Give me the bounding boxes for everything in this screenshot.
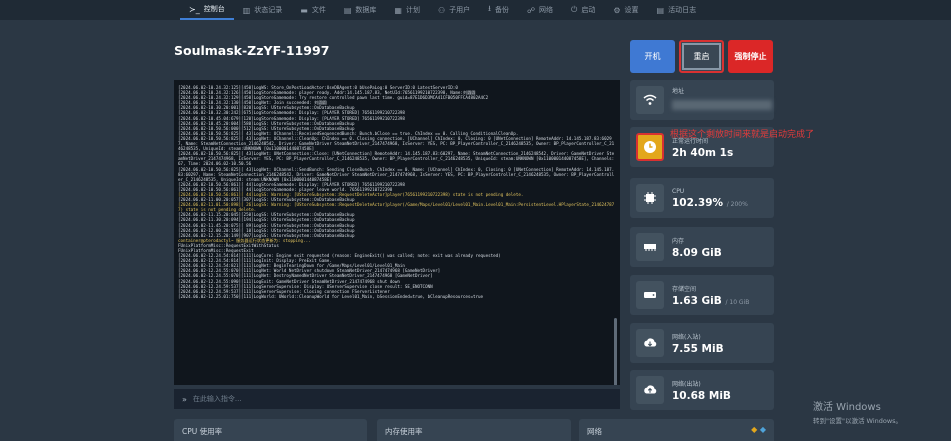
- console-line: [2024.06.02-11.01.50:898][ 26]LogSS: War…: [178, 202, 615, 213]
- cpu-label: CPU: [672, 187, 685, 195]
- nav-label: 控制台: [203, 5, 225, 13]
- memory-usage-panel: 内存使用率: [377, 419, 571, 441]
- clock-icon: [636, 133, 664, 161]
- windows-activation-watermark: 激活 Windows 转到"设置"以激活 Windows。: [813, 398, 902, 425]
- top-nav: ≻_ 控制台 ▥ 状态记录 ▬ 文件 ▤ 数据库 ▦ 计划 ⚇ 子用户 ⭳ 备份 ☍ 网络 ⏻ 启动 ⚙ 设置 ▤ 活动日…: [0, 0, 951, 20]
- cpu-limit: / 200%: [726, 200, 748, 208]
- nav-label: 数据库: [355, 6, 377, 14]
- uptime-value: 2h 40m 1s: [672, 146, 734, 159]
- prompt-icon: »: [182, 394, 187, 404]
- network-in-card: 网络(入站) 7.55 MiB: [630, 323, 774, 363]
- network-out-value: 10.68 MiB: [672, 389, 731, 402]
- nav-icon: ▤: [343, 5, 352, 15]
- disk-label: 存储空间: [672, 285, 697, 293]
- nav-label: 状态记录: [254, 6, 283, 14]
- nav-icon: ▦: [394, 5, 402, 15]
- nav-icon: ≻_: [189, 4, 200, 14]
- network-legend-icons: ◆ ◆: [751, 425, 766, 434]
- nav-item-5[interactable]: ⚇ 子用户: [429, 0, 479, 20]
- nav-icon: ▤: [656, 5, 665, 15]
- network-in-value: 7.55 MiB: [672, 342, 724, 355]
- start-button[interactable]: 开机: [630, 40, 675, 73]
- nav-item-8[interactable]: ⏻ 启动: [562, 0, 604, 20]
- annotation-text: 根据这个剩放时间来就是启动完成了: [670, 130, 815, 140]
- cpu-usage-title: CPU 使用率: [182, 427, 223, 436]
- hard-drive-icon: [636, 281, 664, 309]
- nav-icon: ⭳: [488, 4, 491, 13]
- nav-icon: ⚇: [437, 5, 446, 15]
- restart-button[interactable]: 重启: [679, 40, 724, 73]
- address-card: 地址: [630, 80, 774, 120]
- memory-card: 内存 8.09 GiB: [630, 227, 774, 267]
- network-panel: 网络 ◆ ◆: [579, 419, 774, 441]
- nav-label: 文件: [311, 6, 326, 14]
- nav-label: 设置: [624, 6, 639, 14]
- nav-icon: ▬: [300, 5, 308, 15]
- kill-button[interactable]: 强制停止: [728, 40, 773, 73]
- address-label: 地址: [672, 88, 685, 95]
- nav-label: 启动: [581, 6, 596, 14]
- nav-item-1[interactable]: ▥ 状态记录: [234, 0, 292, 20]
- cloud-download-icon: [636, 329, 664, 357]
- network-in-label: 网络(入站): [672, 333, 701, 341]
- disk-limit: / 10 GiB: [725, 298, 750, 306]
- console-line: [2024.06.02-10.50.56:825][ 43]LogNet: UC…: [178, 166, 615, 182]
- cpu-value: 102.39%: [672, 196, 724, 209]
- nav-icon: ⏻: [571, 5, 578, 14]
- network-out-card: 网络(出站) 10.68 MiB: [630, 370, 774, 410]
- nav-icon: ▥: [242, 5, 251, 15]
- nav-label: 计划: [405, 6, 420, 14]
- watermark-subtitle: 转到"设置"以激活 Windows。: [813, 417, 903, 425]
- memory-usage-title: 内存使用率: [385, 427, 423, 436]
- console-input-placeholder: 在此输入指令...: [192, 395, 242, 403]
- nav-item-10[interactable]: ▤ 活动日志: [648, 0, 706, 20]
- memory-label: 内存: [672, 237, 685, 245]
- console-line: [2024.06.02-10.50.56:825][ 43]LogNet: UC…: [178, 135, 615, 152]
- nav-item-0[interactable]: ≻_ 控制台: [180, 0, 234, 20]
- cloud-upload-icon: [636, 376, 664, 404]
- console-input[interactable]: » 在此输入指令...: [174, 389, 620, 409]
- server-title: Soulmask-ZzYF-11997: [174, 43, 330, 58]
- console-line: [2024.06.02-12.25.01:750][111]LogWorld: …: [178, 293, 484, 299]
- nav-item-9[interactable]: ⚙ 设置: [604, 0, 647, 20]
- nav-item-2[interactable]: ▬ 文件: [291, 0, 335, 20]
- console-output: [2024.06.02-10.24.32:125][450]LogWS: Sto…: [174, 80, 620, 385]
- nav-item-7[interactable]: ☍ 网络: [518, 0, 562, 20]
- nav-item-3[interactable]: ▤ 数据库: [335, 0, 386, 20]
- console-line: [2024.06.02-10.50.56:825][ 43]LogNet: UN…: [178, 151, 617, 167]
- nav-label: 子用户: [449, 6, 471, 14]
- nav-item-6[interactable]: ⭳ 备份: [479, 0, 518, 20]
- nav-label: 网络: [539, 6, 554, 14]
- cpu-icon: [636, 184, 664, 212]
- nav-label: 备份: [494, 6, 509, 14]
- nav-icon: ⚙: [613, 5, 621, 15]
- disk-value: 1.63 GiB: [672, 294, 722, 307]
- address-value-redacted: [672, 100, 772, 110]
- nav-item-4[interactable]: ▦ 计划: [385, 0, 429, 20]
- nav-label: 活动日志: [668, 6, 697, 14]
- memory-value: 8.09 GiB: [672, 246, 722, 259]
- console-scrollbar[interactable]: [614, 318, 617, 385]
- memory-icon: [636, 233, 664, 261]
- disk-card: 存储空间 1.63 GiB / 10 GiB: [630, 275, 774, 315]
- network-title: 网络: [587, 427, 602, 436]
- nav-icon: ☍: [526, 5, 536, 15]
- network-out-label: 网络(出站): [672, 380, 701, 388]
- cpu-card: CPU 102.39% / 200%: [630, 178, 774, 218]
- watermark-title: 激活 Windows: [813, 402, 881, 413]
- wifi-icon: [636, 86, 664, 114]
- cpu-usage-panel: CPU 使用率: [174, 419, 367, 441]
